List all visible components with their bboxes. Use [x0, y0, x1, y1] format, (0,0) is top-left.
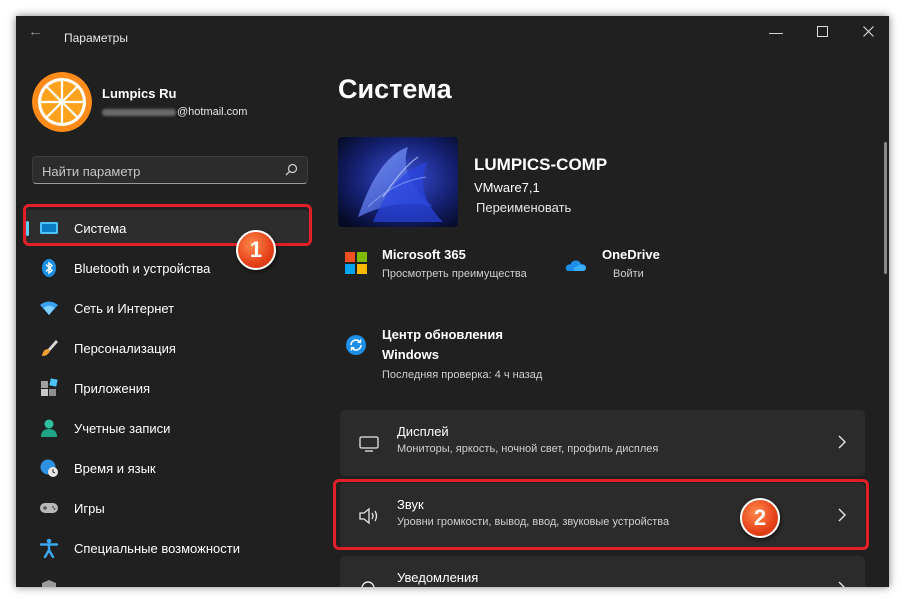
orange-avatar-icon [32, 72, 92, 132]
update-subtitle: Последняя проверка: 4 ч назад [382, 369, 543, 381]
update-title-line1[interactable]: Центр обновления [382, 327, 503, 342]
globe-clock-icon [40, 459, 58, 477]
rename-link[interactable]: Переименовать [476, 200, 571, 215]
back-arrow-icon[interactable]: ← [28, 23, 43, 40]
windows-bloom-image [338, 137, 458, 227]
wifi-icon [40, 301, 58, 315]
sidebar-item-label: Сеть и Интернет [74, 301, 175, 316]
title-bar: ← Параметры — [16, 16, 889, 48]
sidebar-item-label: Персонализация [74, 341, 176, 356]
sidebar-item-apps[interactable]: Приложения [24, 370, 310, 406]
sidebar-item-gaming[interactable]: Игры [24, 490, 310, 526]
sidebar-item-accessibility[interactable]: Специальные возможности [24, 530, 310, 566]
person-icon [41, 419, 57, 437]
display-card[interactable]: Дисплей Мониторы, яркость, ночной свет, … [340, 410, 865, 476]
device-wallpaper-thumbnail[interactable] [338, 137, 458, 227]
sidebar-item-label: Время и язык [74, 461, 156, 476]
microsoft-logo-icon[interactable] [345, 252, 367, 274]
sidebar-item-label: Bluetooth и устройства [74, 261, 211, 276]
bluetooth-icon [42, 259, 56, 277]
sync-icon[interactable] [345, 334, 367, 356]
minimize-button[interactable]: — [753, 20, 799, 44]
search-icon[interactable] [283, 162, 299, 178]
sidebar-item-network[interactable]: Сеть и Интернет [24, 290, 310, 326]
chevron-right-icon [838, 581, 845, 587]
app-title: Параметры [64, 31, 128, 45]
maximize-icon [816, 26, 828, 37]
sidebar-item-label: Учетные записи [74, 421, 171, 436]
user-name: Lumpics Ru [102, 86, 177, 101]
settings-window: ← Параметры — Lumpics Ru @hotmail.com На… [16, 16, 889, 587]
accessibility-icon [39, 538, 59, 558]
shield-icon [42, 580, 56, 587]
user-email: @hotmail.com [102, 106, 247, 118]
bell-icon [361, 581, 375, 587]
search-input[interactable]: Найти параметр [42, 164, 140, 179]
notifications-card-title: Уведомления [397, 570, 479, 585]
sidebar-item-label: Специальные возможности [74, 541, 240, 556]
email-domain: @hotmail.com [177, 106, 248, 118]
avatar[interactable] [32, 72, 92, 132]
chevron-right-icon [838, 435, 846, 449]
apps-icon [41, 378, 58, 396]
notifications-card[interactable]: Уведомления [340, 556, 865, 587]
display-card-subtitle: Мониторы, яркость, ночной свет, профиль … [397, 443, 659, 455]
email-redaction [102, 108, 176, 116]
sidebar-item-label: Игры [74, 501, 105, 516]
display-card-title: Дисплей [397, 424, 449, 439]
onedrive-title[interactable]: OneDrive [602, 247, 660, 262]
highlight-frame-sound [333, 479, 869, 550]
sidebar-item-personalization[interactable]: Персонализация [24, 330, 310, 366]
page-title: Система [338, 74, 452, 104]
step-badge-2: 2 [740, 498, 780, 538]
brush-icon [42, 340, 58, 356]
onedrive-subtitle[interactable]: Войти [613, 268, 644, 280]
sidebar-item-partial[interactable] [24, 570, 310, 587]
maximize-button[interactable] [799, 20, 845, 44]
scrollbar[interactable] [884, 142, 887, 274]
display-icon [359, 436, 379, 452]
sidebar-item-time-language[interactable]: Время и язык [24, 450, 310, 486]
microsoft365-subtitle: Просмотреть преимущества [382, 268, 527, 280]
search-box[interactable]: Найти параметр [32, 156, 308, 184]
microsoft365-title[interactable]: Microsoft 365 [382, 247, 466, 262]
update-title-line2[interactable]: Windows [382, 347, 439, 362]
device-name: LUMPICS-COMP [474, 155, 608, 174]
close-icon [862, 26, 874, 37]
close-button[interactable] [845, 20, 889, 44]
device-model: VMware7,1 [474, 180, 540, 195]
gamepad-icon [40, 503, 58, 513]
onedrive-cloud-icon[interactable] [565, 254, 587, 276]
sidebar-item-accounts[interactable]: Учетные записи [24, 410, 310, 446]
step-badge-1: 1 [236, 230, 276, 270]
sidebar-item-label: Приложения [74, 381, 151, 396]
